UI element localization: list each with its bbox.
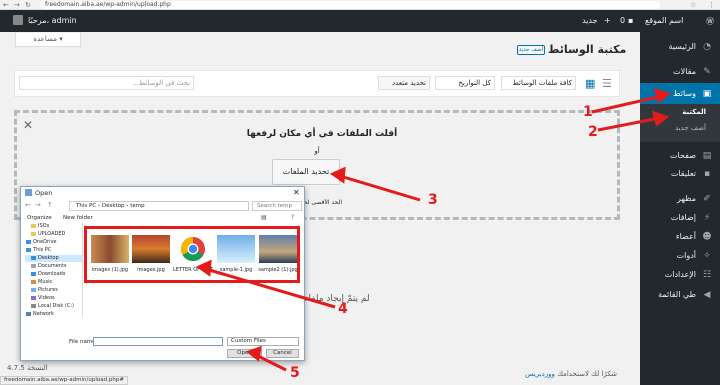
annotation-arrowhead-2 [651, 110, 670, 127]
annotation-number: 4 [338, 301, 348, 317]
annotation-overlay [195, 87, 672, 372]
annotation-arrow-1 [591, 94, 663, 114]
annotation-number: 3 [428, 192, 438, 208]
annotation-number: 1 [583, 104, 593, 120]
annotation-arrow-5 [255, 353, 287, 372]
annotation-arrow-2 [597, 116, 661, 132]
annotation-arrow-4 [205, 267, 336, 309]
annotation-arrow-3 [339, 174, 421, 202]
annotation-arrowhead-1 [653, 87, 672, 104]
annotation-number: 2 [588, 124, 598, 140]
annotation-arrowhead-3 [329, 166, 346, 184]
annotation-arrowhead-5 [245, 345, 262, 362]
annotation-number: 5 [290, 365, 300, 381]
annotation-arrowhead-4 [195, 259, 212, 277]
